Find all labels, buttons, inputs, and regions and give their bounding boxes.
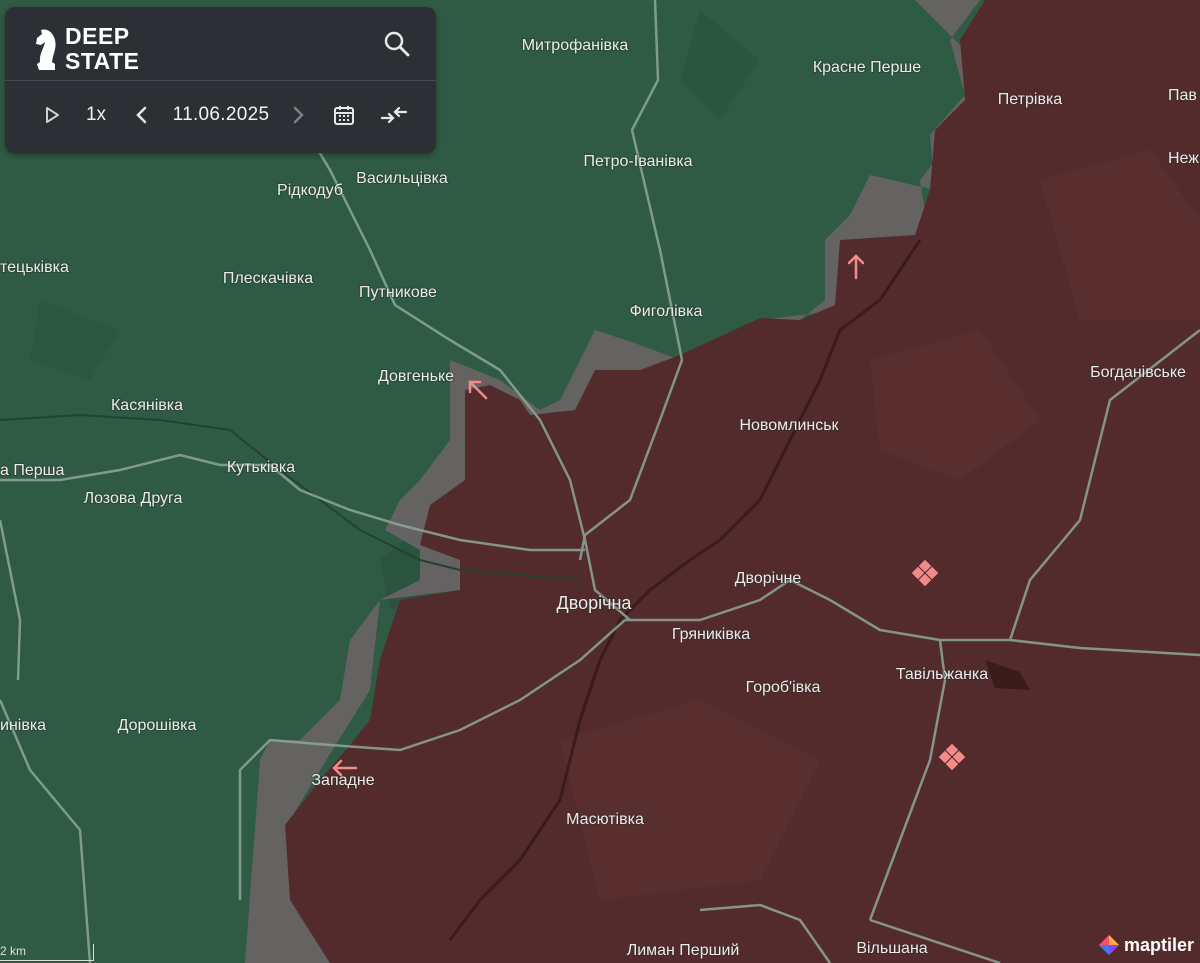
place-label: Лозова Друга [84, 490, 183, 507]
place-label: Рідкодуб [277, 182, 343, 199]
chevron-right-icon [293, 106, 304, 124]
knight-chess-icon [36, 29, 56, 70]
maptiler-logo-icon [1098, 935, 1119, 955]
place-label: Масютівка [566, 811, 644, 828]
place-label: Кутьківка [227, 459, 295, 476]
divider [5, 80, 436, 81]
place-label: Путникове [359, 284, 437, 301]
next-day-button[interactable] [285, 95, 311, 135]
place-label: Дворічна [557, 593, 633, 613]
place-label: Гороб'івка [746, 679, 821, 696]
place-label: Митрофанівка [522, 37, 629, 54]
place-label: Западне [311, 772, 374, 789]
place-label: тецьківка [0, 259, 69, 276]
date-display[interactable]: 11.06.2025 [165, 95, 277, 135]
control-panel: DEEP STATE 1x 11.06.2025 [5, 7, 436, 153]
place-label: Вільшана [856, 940, 927, 957]
maptiler-attribution[interactable]: maptiler [1098, 931, 1194, 959]
search-icon [384, 31, 410, 57]
brand-name: DEEP STATE [65, 24, 139, 74]
place-label: Пав [1168, 87, 1197, 104]
brand-line-1: DEEP [65, 23, 130, 49]
timeline-controls: 1x 11.06.2025 [5, 95, 436, 135]
place-label: Тавільжанка [896, 666, 988, 683]
brand[interactable]: DEEP STATE [33, 21, 139, 77]
speed-button[interactable]: 1x [79, 95, 113, 135]
search-button[interactable] [382, 29, 412, 59]
compare-arrows-icon [380, 106, 408, 124]
place-label: Неж [1168, 150, 1199, 167]
place-label: Довгеньке [378, 368, 454, 385]
place-label: Богданівське [1090, 364, 1186, 381]
calendar-icon [334, 106, 354, 125]
play-icon [46, 107, 59, 123]
place-label: Петрівка [998, 91, 1063, 108]
place-label: а Перша [0, 462, 64, 479]
place-label: Красне Перше [813, 59, 921, 76]
place-label: Гряниківка [672, 626, 750, 643]
scale-label: 2 km [0, 944, 27, 958]
brand-line-2: STATE [65, 48, 140, 74]
place-label: инівка [0, 717, 46, 734]
prev-day-button[interactable] [129, 95, 155, 135]
place-label: Фиголівка [630, 303, 703, 320]
attribution-text: maptiler [1123, 934, 1194, 955]
place-label: Касянівка [111, 397, 183, 414]
place-label: Лиман Перший [627, 942, 740, 959]
place-label: Дворічне [735, 570, 802, 587]
place-label: Петро-Іванівка [583, 153, 692, 170]
calendar-button[interactable] [329, 95, 359, 135]
play-button[interactable] [37, 95, 67, 135]
compare-button[interactable] [377, 95, 411, 135]
chevron-left-icon [136, 106, 147, 124]
place-label: Дорошівка [118, 717, 197, 734]
place-label: Васильцівка [356, 170, 448, 187]
place-label: Плескачівка [223, 270, 313, 287]
place-label: Новомлинськ [739, 417, 839, 434]
